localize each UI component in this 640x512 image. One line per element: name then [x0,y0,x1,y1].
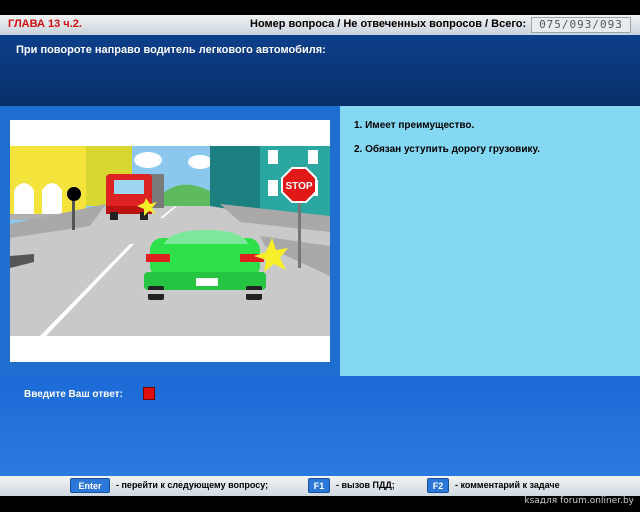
answer-input[interactable] [143,387,155,400]
answer-prompt: Введите Ваш ответ: [24,389,123,400]
stop-sign-text: STOP [285,181,312,192]
enter-key-button[interactable]: Enter [70,478,110,493]
answer-input-area: Введите Ваш ответ: [0,376,640,476]
f1-key-button[interactable]: F1 [308,478,330,493]
footer-bar: Enter - перейти к следующему вопросу; F1… [0,476,640,496]
answer-option-2[interactable]: 2. Обязан уступить дорогу грузовику. [354,144,540,155]
f2-key-button[interactable]: F2 [427,478,449,493]
question-counter: 075/093/093 [531,17,631,33]
question-illustration: STOP [10,120,330,362]
f2-key-description: - комментарий к задаче [455,480,560,490]
enter-key-description: - перейти к следующему вопросу; [116,480,269,490]
chapter-label: ГЛАВА 13 ч.2. [8,18,82,30]
question-panel: При повороте направо водитель легкового … [0,35,640,106]
f1-key-description: - вызов ПДД; [336,480,395,490]
intersection-scene: STOP [10,120,330,362]
answer-option-1[interactable]: 1. Имеет преимущество. [354,120,474,131]
answers-panel: 1. Имеет преимущество. 2. Обязан уступит… [340,106,640,376]
question-info-label: Номер вопроса / Не отвеченных вопросов /… [250,18,527,30]
watermark: ksaдля forum.onliner.by [524,496,634,506]
question-text: При повороте направо водитель легкового … [16,44,326,56]
header-bar: ГЛАВА 13 ч.2. Номер вопроса / Не отвечен… [0,15,640,35]
